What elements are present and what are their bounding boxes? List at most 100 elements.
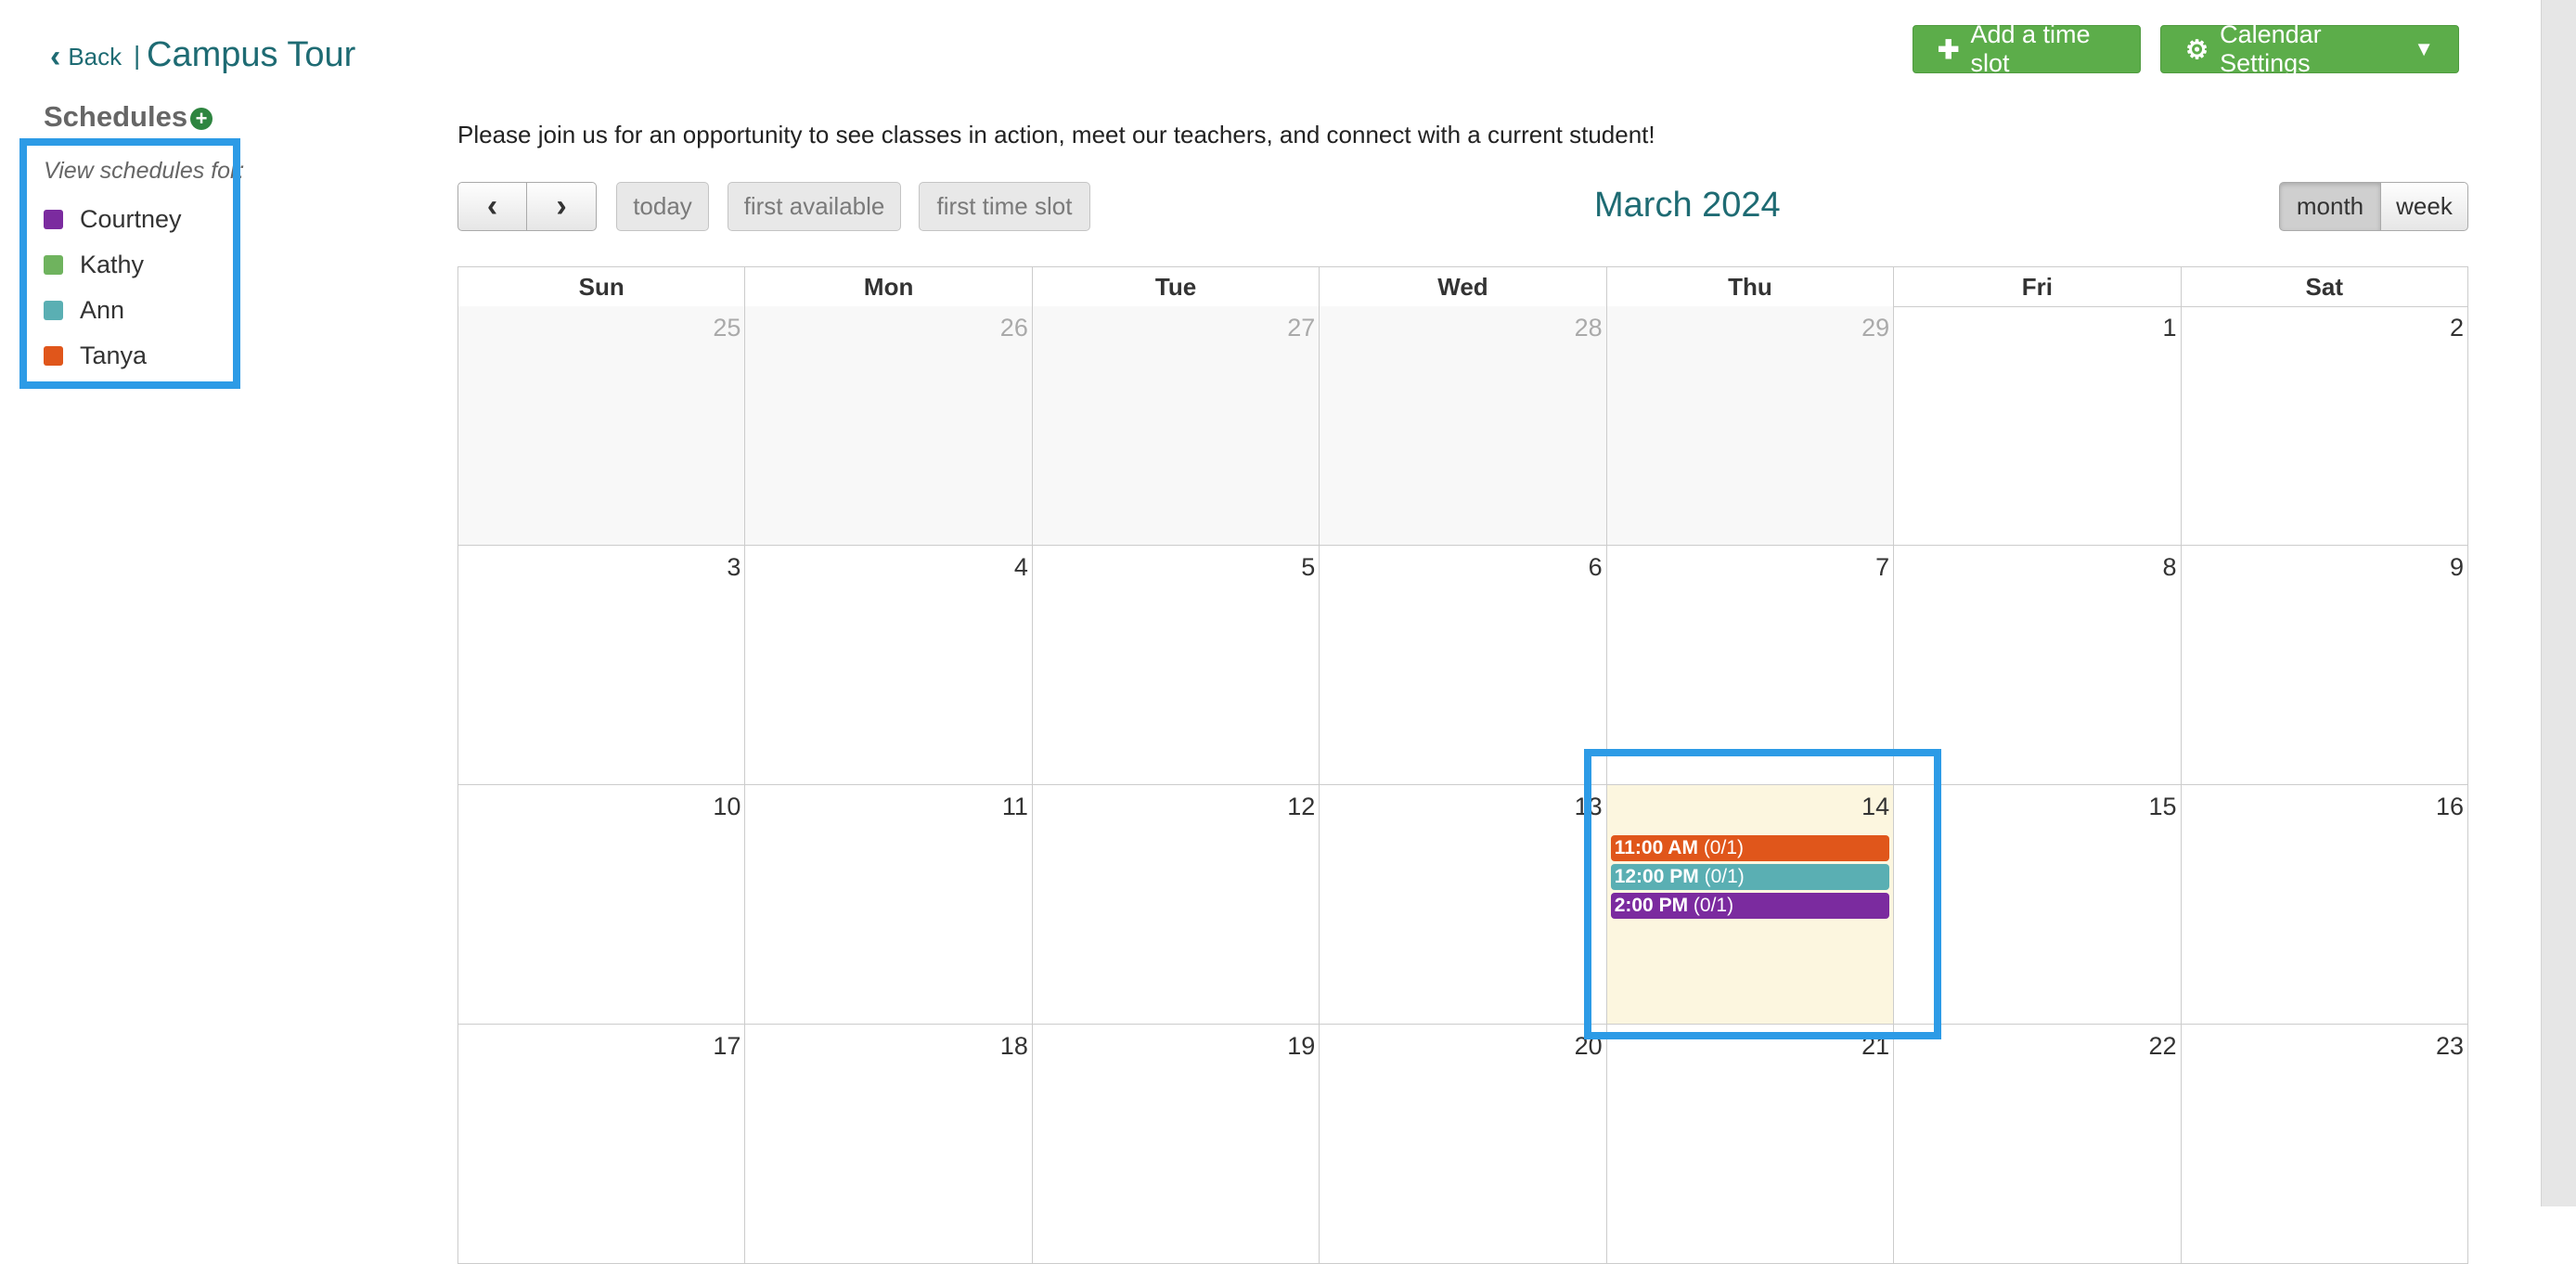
day-number: 9 <box>2449 553 2464 581</box>
day-number: 4 <box>1013 553 1028 581</box>
day-number: 6 <box>1588 553 1603 581</box>
day-cell[interactable]: 22 <box>1894 1025 2182 1264</box>
calendar-settings-button[interactable]: ⚙ Calendar Settings ▼ <box>2160 20 2459 77</box>
day-cell[interactable]: 17 <box>458 1025 746 1264</box>
day-cell[interactable]: 21 <box>1606 1025 1895 1264</box>
day-cell[interactable]: 10 <box>458 785 746 1025</box>
day-number: 29 <box>1861 314 1890 342</box>
day-number: 22 <box>2148 1032 2177 1060</box>
day-number: 1 <box>2162 314 2177 342</box>
day-of-week-header: Sun Mon Tue Wed Thu Fri Sat <box>458 267 2468 307</box>
month-view-button[interactable]: month <box>2279 182 2381 231</box>
day-cell[interactable]: 8 <box>1894 546 2182 785</box>
day-cell[interactable]: 20 <box>1320 1025 1607 1264</box>
day-cell[interactable]: 14 11:00 AM (0/1) 12:00 PM (0/1) 2:00 PM (0… <box>1606 785 1895 1025</box>
day-cell[interactable]: 6 <box>1320 546 1607 785</box>
event-capacity: (0/1) <box>1703 837 1744 858</box>
highlight-box-schedules <box>19 138 240 389</box>
day-cell[interactable]: 29 <box>1606 306 1895 546</box>
day-cell[interactable]: 5 <box>1032 546 1320 785</box>
day-cell[interactable]: 4 <box>745 546 1033 785</box>
view-toggle-group: month week <box>2279 182 2468 231</box>
event-capacity: (0/1) <box>1704 866 1745 887</box>
day-cell[interactable]: 9 <box>2181 546 2468 785</box>
day-cell[interactable]: 26 <box>745 306 1033 546</box>
day-number: 20 <box>1574 1032 1603 1060</box>
today-button[interactable]: today <box>616 182 709 231</box>
event-time: 11:00 AM <box>1614 837 1698 858</box>
time-slot-event[interactable]: 2:00 PM (0/1) <box>1610 893 1890 919</box>
add-time-slot-button[interactable]: ✚ Add a time slot <box>1913 20 2141 77</box>
back-link[interactable]: ‹ Back <box>50 41 122 72</box>
event-time: 2:00 PM <box>1614 895 1689 916</box>
day-cell[interactable]: 27 <box>1032 306 1320 546</box>
day-number: 15 <box>2148 793 2177 820</box>
chevron-left-icon: ‹ <box>50 39 61 74</box>
day-of-week-label: Tue <box>1032 267 1320 307</box>
day-number: 11 <box>1001 793 1028 820</box>
week-row: 25 26 27 28 29 1 2 <box>458 306 2468 546</box>
day-number: 3 <box>727 553 741 581</box>
event-list: 11:00 AM (0/1) 12:00 PM (0/1) 2:00 PM (0/1… <box>1610 835 1890 922</box>
add-schedule-icon[interactable]: + <box>190 108 213 130</box>
back-label: Back <box>68 42 122 71</box>
day-number: 2 <box>2449 314 2464 342</box>
day-number: 18 <box>999 1032 1028 1060</box>
calendar-grid: Sun Mon Tue Wed Thu Fri Sat 25 26 27 28 29 1 2 3 4 5 6 7 8 9… <box>457 266 2468 1264</box>
day-of-week-label: Fri <box>1894 267 2182 307</box>
day-number: 8 <box>2162 553 2177 581</box>
day-number: 19 <box>1287 1032 1316 1060</box>
day-cell[interactable]: 3 <box>458 546 746 785</box>
day-cell[interactable]: 25 <box>458 306 746 546</box>
day-number: 7 <box>1875 553 1890 581</box>
day-number: 17 <box>713 1032 741 1060</box>
day-number: 26 <box>999 314 1028 342</box>
day-cell[interactable]: 15 <box>1894 785 2182 1025</box>
day-number: 12 <box>1287 793 1316 820</box>
week-row: 17 18 19 20 21 22 23 <box>458 1025 2468 1264</box>
add-time-slot-label: Add a time slot <box>1970 20 2091 77</box>
time-slot-event[interactable]: 11:00 AM (0/1) <box>1610 835 1890 861</box>
day-number: 16 <box>2435 793 2464 820</box>
first-available-button[interactable]: first available <box>728 182 901 231</box>
day-cell[interactable]: 13 <box>1320 785 1607 1025</box>
day-number: 5 <box>1301 553 1316 581</box>
day-cell[interactable]: 19 <box>1032 1025 1320 1264</box>
header-separator: | <box>134 41 141 70</box>
schedules-heading: Schedules <box>44 100 188 133</box>
day-of-week-label: Thu <box>1606 267 1895 307</box>
event-capacity: (0/1) <box>1693 895 1734 916</box>
day-of-week-label: Mon <box>745 267 1033 307</box>
page-title: Campus Tour <box>147 35 356 74</box>
day-cell[interactable]: 1 <box>1894 306 2182 546</box>
day-number: 28 <box>1574 314 1603 342</box>
day-number: 21 <box>1861 1032 1890 1060</box>
time-slot-event[interactable]: 12:00 PM (0/1) <box>1610 864 1890 890</box>
prev-month-button[interactable]: ‹ <box>457 182 527 231</box>
day-cell[interactable]: 12 <box>1032 785 1320 1025</box>
day-cell[interactable]: 18 <box>745 1025 1033 1264</box>
day-of-week-label: Sun <box>458 267 746 307</box>
week-row: 3 4 5 6 7 8 9 <box>458 546 2468 785</box>
day-of-week-label: Wed <box>1320 267 1607 307</box>
intro-text: Please join us for an opportunity to see… <box>457 121 1655 148</box>
chevron-down-icon: ▼ <box>2414 37 2434 60</box>
plus-icon: ✚ <box>1938 34 1960 64</box>
week-row: 10 11 12 13 14 11:00 AM (0/1) 12:00 PM (0/1) 2:… <box>458 785 2468 1025</box>
day-cell[interactable]: 23 <box>2181 1025 2468 1264</box>
day-number: 23 <box>2435 1032 2464 1060</box>
day-cell[interactable]: 11 <box>745 785 1033 1025</box>
day-number: 10 <box>713 793 741 820</box>
next-month-button[interactable]: › <box>527 182 597 231</box>
day-cell[interactable]: 28 <box>1320 306 1607 546</box>
week-view-button[interactable]: week <box>2381 182 2468 231</box>
first-time-slot-button[interactable]: first time slot <box>919 182 1090 231</box>
day-cell[interactable]: 16 <box>2181 785 2468 1025</box>
day-number: 25 <box>713 314 741 342</box>
day-cell[interactable]: 7 <box>1606 546 1895 785</box>
page-scrollbar[interactable] <box>2541 0 2576 1206</box>
day-number: 27 <box>1287 314 1316 342</box>
day-number: 14 <box>1861 793 1890 820</box>
calendar-settings-label: Calendar Settings <box>2220 20 2322 77</box>
day-cell[interactable]: 2 <box>2181 306 2468 546</box>
